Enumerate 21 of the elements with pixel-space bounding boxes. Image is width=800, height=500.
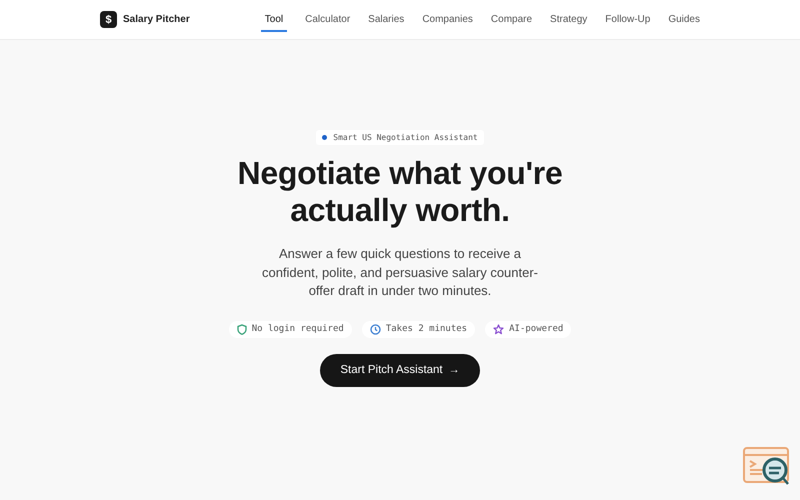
brand-name[interactable]: Salary Pitcher — [123, 14, 190, 25]
feature-label: Takes 2 minutes — [386, 324, 468, 334]
nav-link[interactable]: Calculator — [305, 8, 350, 32]
clock-icon — [370, 324, 381, 334]
headline: Negotiate what you're actually worth. — [236, 155, 564, 229]
nav-link[interactable]: Tool — [260, 8, 288, 32]
star-icon — [493, 324, 504, 334]
tagline-text: Smart US Negotiation Assistant — [333, 133, 478, 142]
feature-label: No login required — [252, 324, 344, 334]
status-dot — [322, 135, 328, 140]
nav-link[interactable]: Guides — [668, 8, 700, 32]
logo-icon[interactable]: $ — [100, 11, 117, 28]
shield-icon — [236, 324, 247, 334]
subtitle: Answer a few quick questions to receive a confident, polite, and persuasive salary counter-offer draft in under two minutes. — [260, 245, 540, 300]
nav-link[interactable]: Salaries — [368, 8, 404, 32]
nav-link[interactable]: Compare — [490, 8, 532, 32]
nav-link[interactable]: Companies — [422, 8, 473, 32]
nav-link[interactable]: Follow-Up — [605, 8, 650, 32]
start-button[interactable]: Start Pitch Assistant → — [320, 354, 480, 386]
nav-link[interactable]: Strategy — [550, 8, 588, 32]
feature-label: AI-powered — [509, 324, 564, 334]
